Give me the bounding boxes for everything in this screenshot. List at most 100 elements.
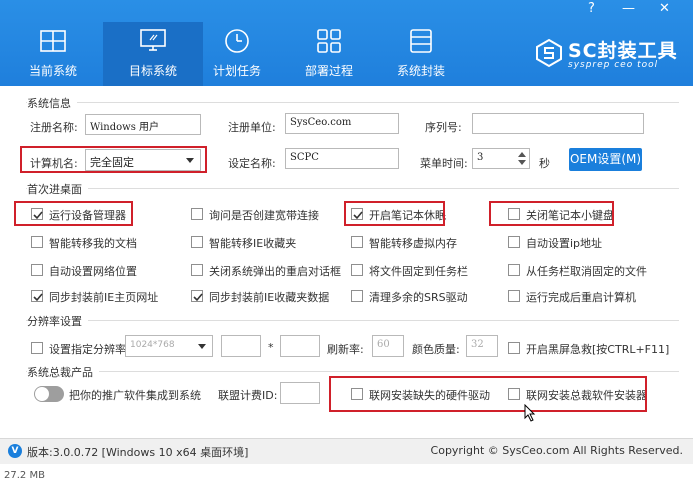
times-sign: * [268, 341, 274, 354]
resolution-height-input[interactable] [280, 335, 320, 357]
clock-icon [225, 29, 249, 53]
target-system-panel: 系统信息 注册名称: Windows 用户 注册单位: SysCeo.com 序… [0, 86, 693, 438]
check-icon [33, 293, 43, 302]
reg-name-input[interactable]: Windows 用户 [85, 114, 201, 135]
reg-org-input[interactable]: SysCeo.com [285, 113, 399, 134]
checkbox-box[interactable] [351, 264, 363, 276]
version-icon: V [8, 444, 22, 458]
status-bar: V 版本:3.0.0.72 [Windows 10 x64 桌面环境] Copy… [0, 438, 693, 464]
minimize-button[interactable]: — [622, 0, 635, 18]
checkbox-box[interactable] [31, 342, 43, 354]
windows-icon [40, 30, 66, 52]
reg-org-label: 注册单位: [228, 121, 276, 134]
checkbox-label: 运行完成后重启计算机 [526, 291, 636, 304]
tab-current-system[interactable]: 当前系统 [3, 22, 103, 86]
checkbox-label: 开启黑屏急救[按CTRL+F11] [526, 343, 670, 356]
section-system-info: 系统信息 [27, 95, 77, 111]
section-first-desktop: 首次进桌面 [27, 181, 88, 197]
checkbox-box[interactable] [191, 236, 203, 248]
logo-subtitle: sysprep ceo tool [568, 60, 659, 70]
section-products: 系统总裁产品 [27, 364, 99, 380]
check-icon [193, 293, 203, 302]
oem-settings-button[interactable]: OEM设置(M) [569, 148, 642, 171]
checkbox-label: 从任务栏取消固定的文件 [526, 265, 647, 278]
tab-deploy-process[interactable]: 部署过程 [279, 22, 379, 86]
checkbox-label: 设置指定分辨率 [49, 343, 126, 356]
checkbox-label: 自动设置ip地址 [526, 237, 603, 250]
highlight-computer-name [20, 146, 207, 173]
menu-time-stepper[interactable] [514, 148, 530, 169]
checkbox-box[interactable] [508, 236, 520, 248]
grid-icon [317, 29, 341, 53]
checkbox-label: 自动设置网络位置 [49, 265, 137, 278]
checkbox-box[interactable] [31, 264, 43, 276]
union-id-input[interactable] [280, 382, 320, 404]
menu-time-label: 菜单时间: [420, 157, 468, 170]
monitor-icon [140, 29, 166, 51]
checkbox-box[interactable] [508, 264, 520, 276]
close-button[interactable]: ✕ [659, 0, 670, 18]
section-resolution: 分辨率设置 [27, 313, 88, 329]
union-id-label: 联盟计费ID: [218, 389, 278, 402]
divider [26, 371, 679, 372]
arrow-down-icon[interactable] [518, 160, 526, 165]
checkbox-box[interactable] [508, 290, 520, 302]
checkbox-label: 同步封装前IE主页网址 [49, 291, 159, 304]
checkbox-label: 智能转移虚拟内存 [369, 237, 457, 250]
file-size-text: 27.2 MB [4, 470, 45, 480]
copyright-text: Copyright © SysCeo.com All Rights Reserv… [430, 444, 683, 457]
divider [26, 188, 679, 189]
toggle-knob [35, 387, 49, 401]
checkbox-box[interactable] [31, 290, 43, 302]
checkbox-box[interactable] [191, 290, 203, 302]
version-text: 版本:3.0.0.72 [Windows 10 x64 桌面环境] [27, 446, 249, 459]
promo-software-toggle[interactable] [34, 386, 64, 402]
highlight-device-manager [14, 201, 133, 226]
checkbox-label: 询问是否创建宽带连接 [209, 209, 319, 222]
serial-label: 序列号: [425, 121, 462, 134]
serial-input[interactable] [472, 113, 644, 134]
divider [26, 102, 679, 103]
chevron-down-icon [198, 344, 206, 349]
checkbox-box[interactable] [191, 264, 203, 276]
help-button[interactable]: ? [588, 0, 595, 18]
checkbox-box[interactable] [191, 208, 203, 220]
refresh-input[interactable]: 60 [372, 335, 404, 357]
promo-software-label: 把你的推广软件集成到系统 [69, 389, 201, 402]
arrow-up-icon[interactable] [518, 152, 526, 157]
color-label: 颜色质量: [412, 343, 460, 356]
checkbox-box[interactable] [31, 236, 43, 248]
checkbox-box[interactable] [351, 290, 363, 302]
highlight-numpad [489, 201, 614, 226]
sc-logo-icon [536, 38, 562, 68]
highlight-hibernate [344, 201, 445, 226]
checkbox-label: 同步封装前IE收藏夹数据 [209, 291, 330, 304]
below-window-area: 27.2 MB [0, 464, 693, 480]
reg-name-label: 注册名称: [30, 121, 78, 134]
resolution-value: 1024*768 [130, 340, 175, 350]
tab-system-package[interactable]: 系统封装 [371, 22, 471, 86]
header-bar: ? — ✕ 当前系统 目标系统 计划任务 部署过程 系统封装 SC封装工具 sy… [0, 0, 693, 86]
tab-label: 系统封装 [396, 64, 445, 78]
tab-label: 计划任务 [212, 64, 261, 78]
resolution-select[interactable]: 1024*768 [125, 335, 213, 357]
tab-label: 当前系统 [28, 64, 77, 78]
checkbox-label: 将文件固定到任务栏 [369, 265, 468, 278]
menu-time-unit: 秒 [539, 157, 550, 170]
tab-scheduled-tasks[interactable]: 计划任务 [187, 22, 287, 86]
setting-name-input[interactable]: SCPC [285, 148, 399, 169]
refresh-label: 刷新率: [327, 343, 364, 356]
checkbox-label: 智能转移IE收藏夹 [209, 237, 297, 250]
mouse-cursor-icon [524, 404, 536, 422]
checkbox-label: 清理多余的SRS驱动 [369, 291, 468, 304]
setting-name-label: 设定名称: [228, 157, 276, 170]
app-logo: SC封装工具 sysprep ceo tool [534, 36, 684, 76]
checkbox-box[interactable] [351, 236, 363, 248]
resolution-width-input[interactable] [221, 335, 261, 357]
checkbox-box[interactable] [508, 342, 520, 354]
logo-title: SC封装工具 [568, 40, 678, 62]
tab-label: 部署过程 [304, 64, 353, 78]
divider [26, 320, 679, 321]
color-input[interactable]: 32 [466, 335, 498, 357]
package-icon [410, 29, 432, 53]
